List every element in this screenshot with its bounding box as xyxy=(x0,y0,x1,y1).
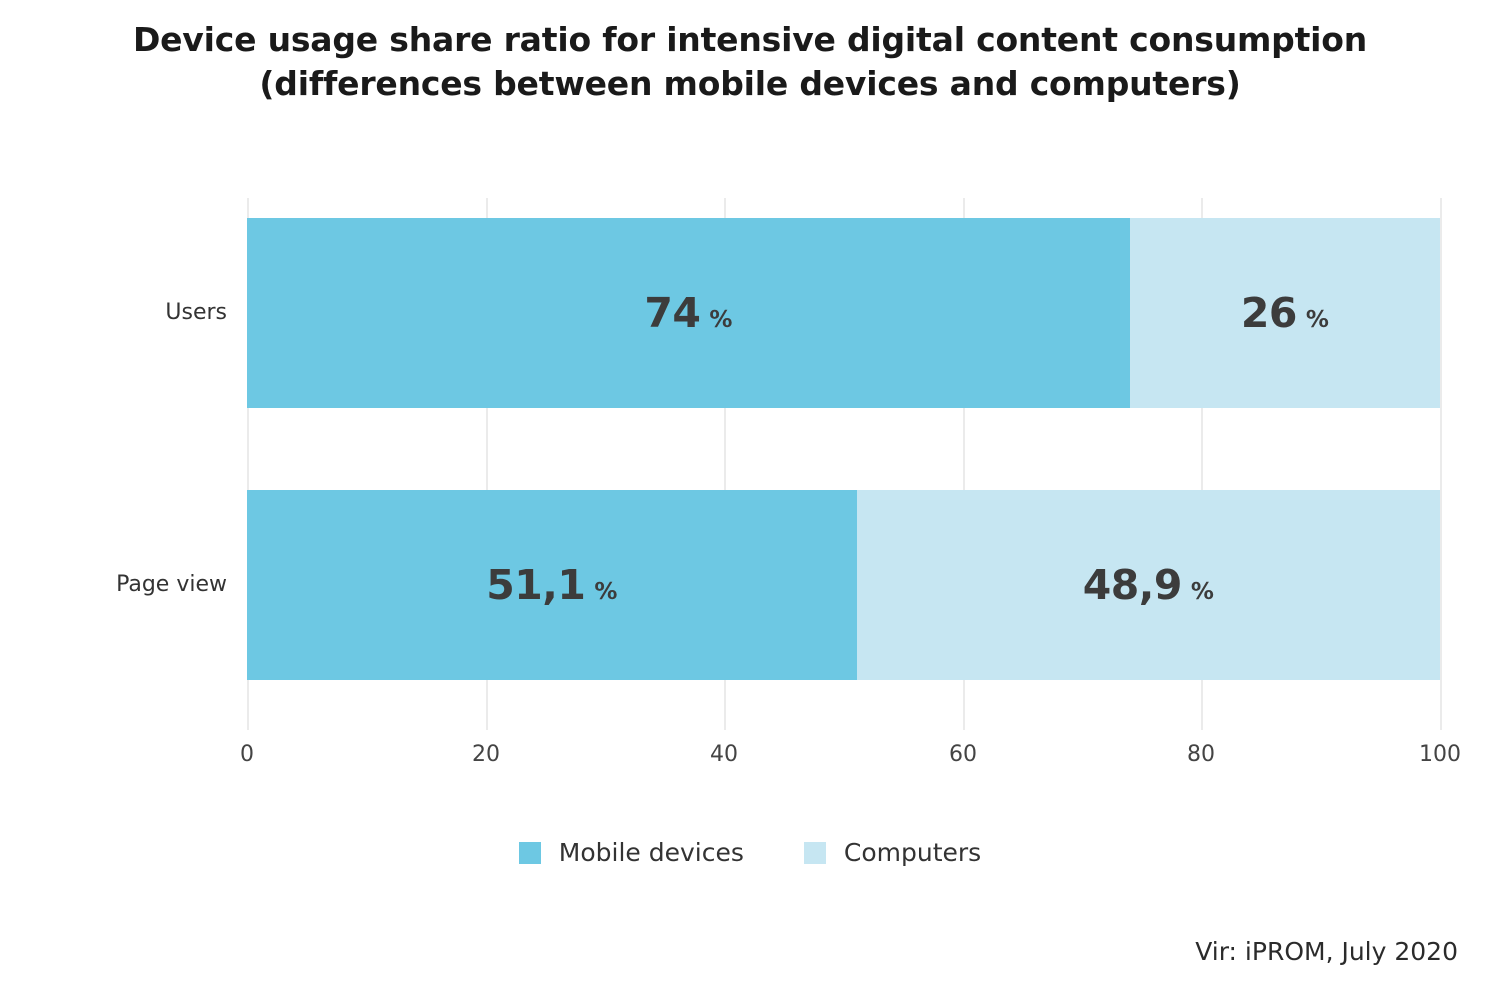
x-axis-tick-40: 40 xyxy=(710,742,738,767)
x-axis-tick-60: 60 xyxy=(949,742,977,767)
x-axis-tick-100: 100 xyxy=(1419,742,1461,767)
chart-title-line-2: (differences between mobile devices and … xyxy=(259,64,1241,103)
legend-item-mobile-devices[interactable]: Mobile devices xyxy=(518,838,744,867)
bar-label-page-view-mobile: 51,1 % xyxy=(486,561,618,609)
plot-area: 74 % 26 % 51,1 % 48,9 % xyxy=(247,198,1442,730)
chart-title-line-1: Device usage share ratio for intensive d… xyxy=(132,20,1368,59)
bar-label-users-computers: 26 % xyxy=(1240,289,1329,337)
bar-row-users: 74 % 26 % xyxy=(247,218,1440,408)
legend-swatch-icon-computers xyxy=(803,841,826,864)
legend-swatch-icon-mobile-devices xyxy=(518,841,541,864)
x-axis-tick-0: 0 xyxy=(240,742,254,767)
chart-title: Device usage share ratio for intensive d… xyxy=(0,18,1500,106)
y-axis-label-users: Users xyxy=(165,300,227,325)
bar-row-page-view: 51,1 % 48,9 % xyxy=(247,490,1440,680)
gridline-100 xyxy=(1440,198,1442,730)
x-axis-tick-80: 80 xyxy=(1187,742,1215,767)
bar-segment-page-view-computers[interactable]: 48,9 % xyxy=(856,490,1440,680)
bar-label-page-view-computers: 48,9 % xyxy=(1082,561,1214,609)
bar-segment-page-view-mobile[interactable]: 51,1 % xyxy=(247,490,857,680)
source-note: Vir: iPROM, July 2020 xyxy=(1195,937,1458,966)
y-axis-label-page-view: Page view xyxy=(116,572,227,597)
bar-label-users-mobile: 74 % xyxy=(644,289,733,337)
bar-segment-users-computers[interactable]: 26 % xyxy=(1129,218,1440,408)
x-axis-tick-20: 20 xyxy=(472,742,500,767)
legend-label-mobile-devices: Mobile devices xyxy=(558,838,744,867)
legend-item-computers[interactable]: Computers xyxy=(803,838,982,867)
bar-segment-users-mobile[interactable]: 74 % xyxy=(247,218,1130,408)
chart-legend: Mobile devices Computers xyxy=(0,838,1500,867)
legend-label-computers: Computers xyxy=(843,838,982,867)
